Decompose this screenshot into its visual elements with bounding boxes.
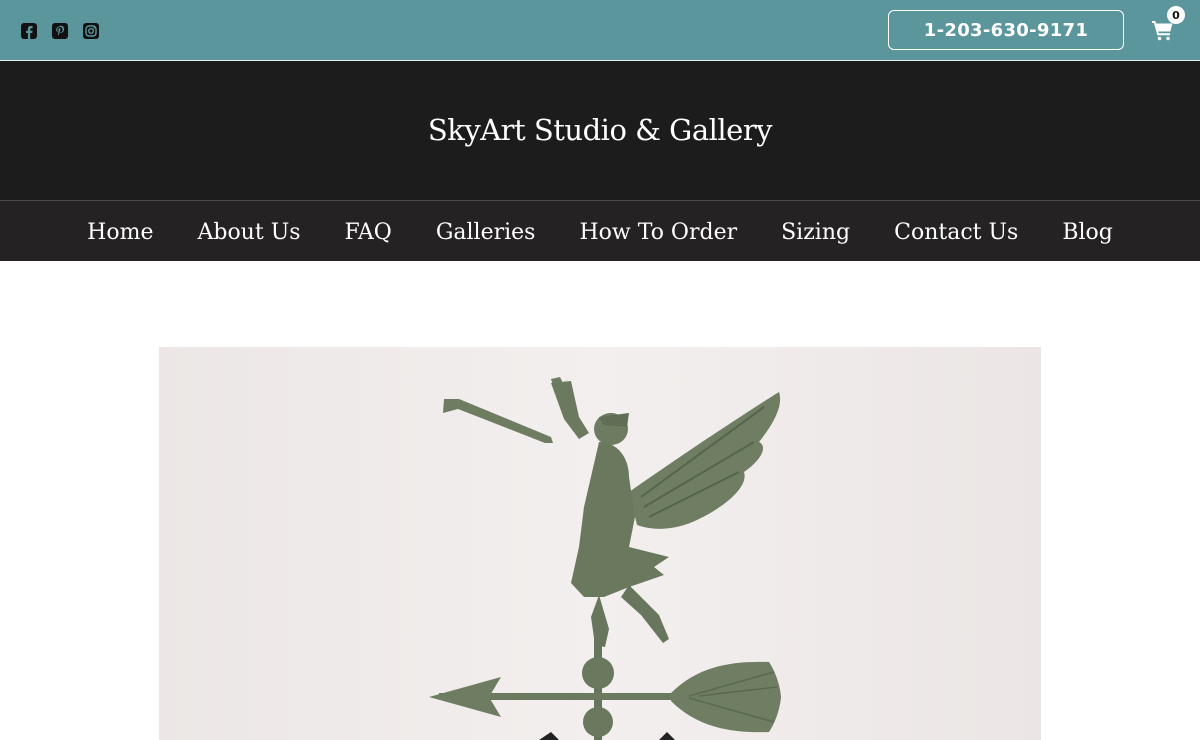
nav-item-galleries[interactable]: Galleries bbox=[414, 220, 558, 245]
site-header: SkyArt Studio & Gallery bbox=[0, 61, 1200, 200]
pinterest-icon[interactable] bbox=[52, 23, 68, 39]
nav-item-blog[interactable]: Blog bbox=[1040, 220, 1135, 245]
site-title[interactable]: SkyArt Studio & Gallery bbox=[428, 113, 773, 147]
cart-count-badge: 0 bbox=[1167, 6, 1185, 24]
phone-button[interactable]: 1-203-630-9171 bbox=[888, 10, 1124, 50]
nav-item-contact-us[interactable]: Contact Us bbox=[872, 220, 1040, 245]
main-nav: Home About Us FAQ Galleries How To Order… bbox=[0, 200, 1200, 261]
instagram-icon[interactable] bbox=[83, 23, 99, 39]
nav-item-how-to-order[interactable]: How To Order bbox=[557, 220, 759, 245]
nav-item-home[interactable]: Home bbox=[65, 220, 175, 245]
top-bar: 1-203-630-9171 0 bbox=[0, 0, 1200, 61]
nav-item-sizing[interactable]: Sizing bbox=[759, 220, 872, 245]
facebook-icon[interactable] bbox=[21, 23, 37, 39]
social-links bbox=[21, 23, 99, 39]
nav-item-faq[interactable]: FAQ bbox=[323, 220, 414, 245]
hero-image bbox=[159, 347, 1041, 740]
angel-weathervane-image bbox=[429, 377, 781, 740]
nav-item-about-us[interactable]: About Us bbox=[175, 220, 322, 245]
